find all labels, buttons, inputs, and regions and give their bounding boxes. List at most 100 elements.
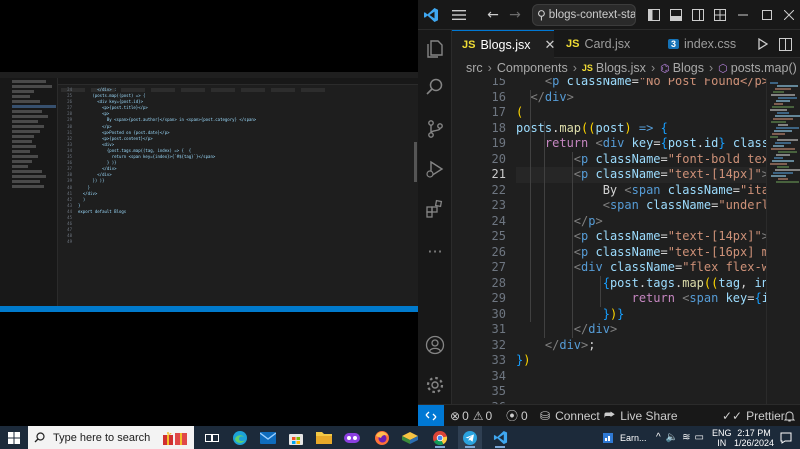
prettier-button[interactable]: ✓✓ Prettier [722,405,785,426]
minimap-line [773,91,784,93]
breadcrumb-item[interactable]: Blogs.jsx [596,61,646,75]
chrome-icon[interactable] [428,426,452,449]
code-line[interactable]: <p className="font-bold text-sm " [516,152,766,168]
windows-start-icon[interactable] [0,426,28,449]
account-icon[interactable] [418,328,452,362]
source-control-icon[interactable] [418,112,452,146]
remote-indicator-icon[interactable] [418,405,444,426]
settings-gear-icon[interactable] [418,368,452,402]
notifications-bell-icon[interactable] [784,405,795,426]
forward-button[interactable]: → [504,0,526,30]
live-share-button[interactable]: ⮫ Live Share [604,405,678,426]
more-icon[interactable]: ··· [418,234,452,268]
edge-browser-icon[interactable] [228,426,252,449]
code-editor[interactable]: 15 16 17 18 19 20 21 22 23 24 25 26 27 28 29 30 31 32 33 34… [452,78,766,404]
mini-code: </div> : (posts.map((post) => { <div key… [78,87,408,307]
code-area[interactable]: <p className="No Post Found</p> </div>(p… [516,78,766,404]
game-app-icon[interactable] [340,426,364,449]
code-line[interactable]: posts.map((post) => { [516,121,668,137]
search-icon[interactable] [418,70,452,104]
code-line[interactable]: ( [516,105,523,121]
maximize-button[interactable] [756,0,778,30]
file-explorer-icon[interactable] [312,426,336,449]
line-number: 22 [491,182,506,197]
code-line[interactable]: </p> [516,214,603,230]
back-button[interactable]: ← [482,0,504,30]
code-line[interactable]: </div> [516,90,573,106]
search-text: blogs-context-starte [548,9,636,21]
code-line[interactable]: return <span key={index} c [516,291,766,307]
minimap-line [775,169,800,171]
tab-index-css[interactable]: 3 index.css [658,30,744,58]
taskbar-search[interactable]: Type here to search [28,426,194,449]
tab-card-jsx[interactable]: JS Card.jsx [556,30,648,58]
line-number: 19 [491,136,506,150]
toggle-primary-sidebar-icon[interactable] [644,0,664,30]
javascript-react-icon: JS [581,63,593,73]
toggle-secondary-sidebar-icon[interactable] [688,0,708,30]
code-line[interactable]: <span className="underline for [516,198,766,214]
code-line[interactable]: {post.tags.map((tag, index) => [516,276,766,292]
vscode-taskbar-icon[interactable] [488,426,512,449]
tab-blogs-jsx[interactable]: JS Blogs.jsx ✕ [452,30,556,58]
minimap[interactable] [766,78,800,404]
clock[interactable]: 2:17 PM 1/26/2024 [732,426,776,449]
mail-icon[interactable] [256,426,280,449]
ports-indicator[interactable]: ⦿ 0 [506,405,528,426]
language-indicator[interactable]: ENG IN [712,426,732,449]
breadcrumb-item[interactable]: Blogs [673,61,704,75]
line-number: 28 [491,275,506,290]
code-line[interactable]: return <div key={post.id} className=" [516,136,766,152]
battery-icon[interactable]: ▭ [695,432,704,443]
tray-icons[interactable]: ^ 🔈 ≋ ▭ [656,426,704,449]
task-view-icon[interactable] [200,426,224,449]
code-line[interactable]: <div className="flex flex-wrap gap [516,260,766,276]
menu-icon[interactable] [448,0,470,30]
css-file-icon: 3 [668,39,680,49]
breadcrumb-item[interactable]: posts.map() callba [731,61,800,75]
store-icon[interactable] [284,426,308,449]
line-number: 33 [491,353,506,367]
breadcrumb-item[interactable]: src [466,61,483,75]
speaker-icon[interactable]: 🔈 [666,432,678,443]
extensions-icon[interactable] [418,192,452,226]
breadcrumb-item[interactable]: Components [497,61,568,75]
line-number: 18 [491,120,506,135]
javascript-react-icon: JS [566,38,580,50]
code-line[interactable]: <p className="text-[14px]"> [516,167,766,183]
code-line[interactable]: }) [516,353,530,369]
telegram-icon[interactable] [458,426,482,449]
code-line[interactable]: <p className="No Post Found</p> [516,78,766,90]
close-tab-icon[interactable]: ✕ [545,37,556,53]
command-center-search[interactable]: ⚲ blogs-context-starte [532,4,636,26]
mini-status-bar [0,306,418,312]
run-debug-icon[interactable] [418,152,452,186]
firefox-icon[interactable] [370,426,394,449]
live-share-label: Live Share [620,408,678,423]
app-launcher-icon[interactable] [398,426,422,449]
minimize-button[interactable] [732,0,754,30]
code-line[interactable]: </div>; [516,338,596,354]
connect-button[interactable]: ⛁ Connect [540,405,600,426]
notification-center-icon[interactable] [780,426,792,449]
close-window-button[interactable] [778,0,800,30]
explorer-icon[interactable] [418,32,452,66]
code-line[interactable]: <p className="text-[16px] mt-[13px [516,245,766,261]
code-line[interactable]: })} [516,307,625,323]
toggle-panel-icon[interactable] [666,0,686,30]
code-line[interactable]: By <span className="italic">{p [516,183,766,199]
connect-label: Connect [555,408,600,423]
code-line[interactable]: </div> [516,322,617,338]
code-line[interactable]: <p className="text-[14px]">Posted [516,229,766,245]
line-number: 16 [491,89,506,104]
problems-indicator[interactable]: ⊗ 0 ⚠ 0 [450,405,492,426]
line-number: 34 [491,368,506,383]
weather-widget[interactable]: Earn... [602,426,647,449]
wifi-icon[interactable]: ≋ [682,432,690,443]
show-hidden-icons-chevron-icon[interactable]: ^ [656,432,661,443]
split-editor-icon[interactable] [774,30,796,58]
customize-layout-icon[interactable] [710,0,730,30]
search-icon: ⚲ [537,8,546,22]
run-file-icon[interactable] [752,30,774,58]
mini-tab-strip [58,78,418,92]
